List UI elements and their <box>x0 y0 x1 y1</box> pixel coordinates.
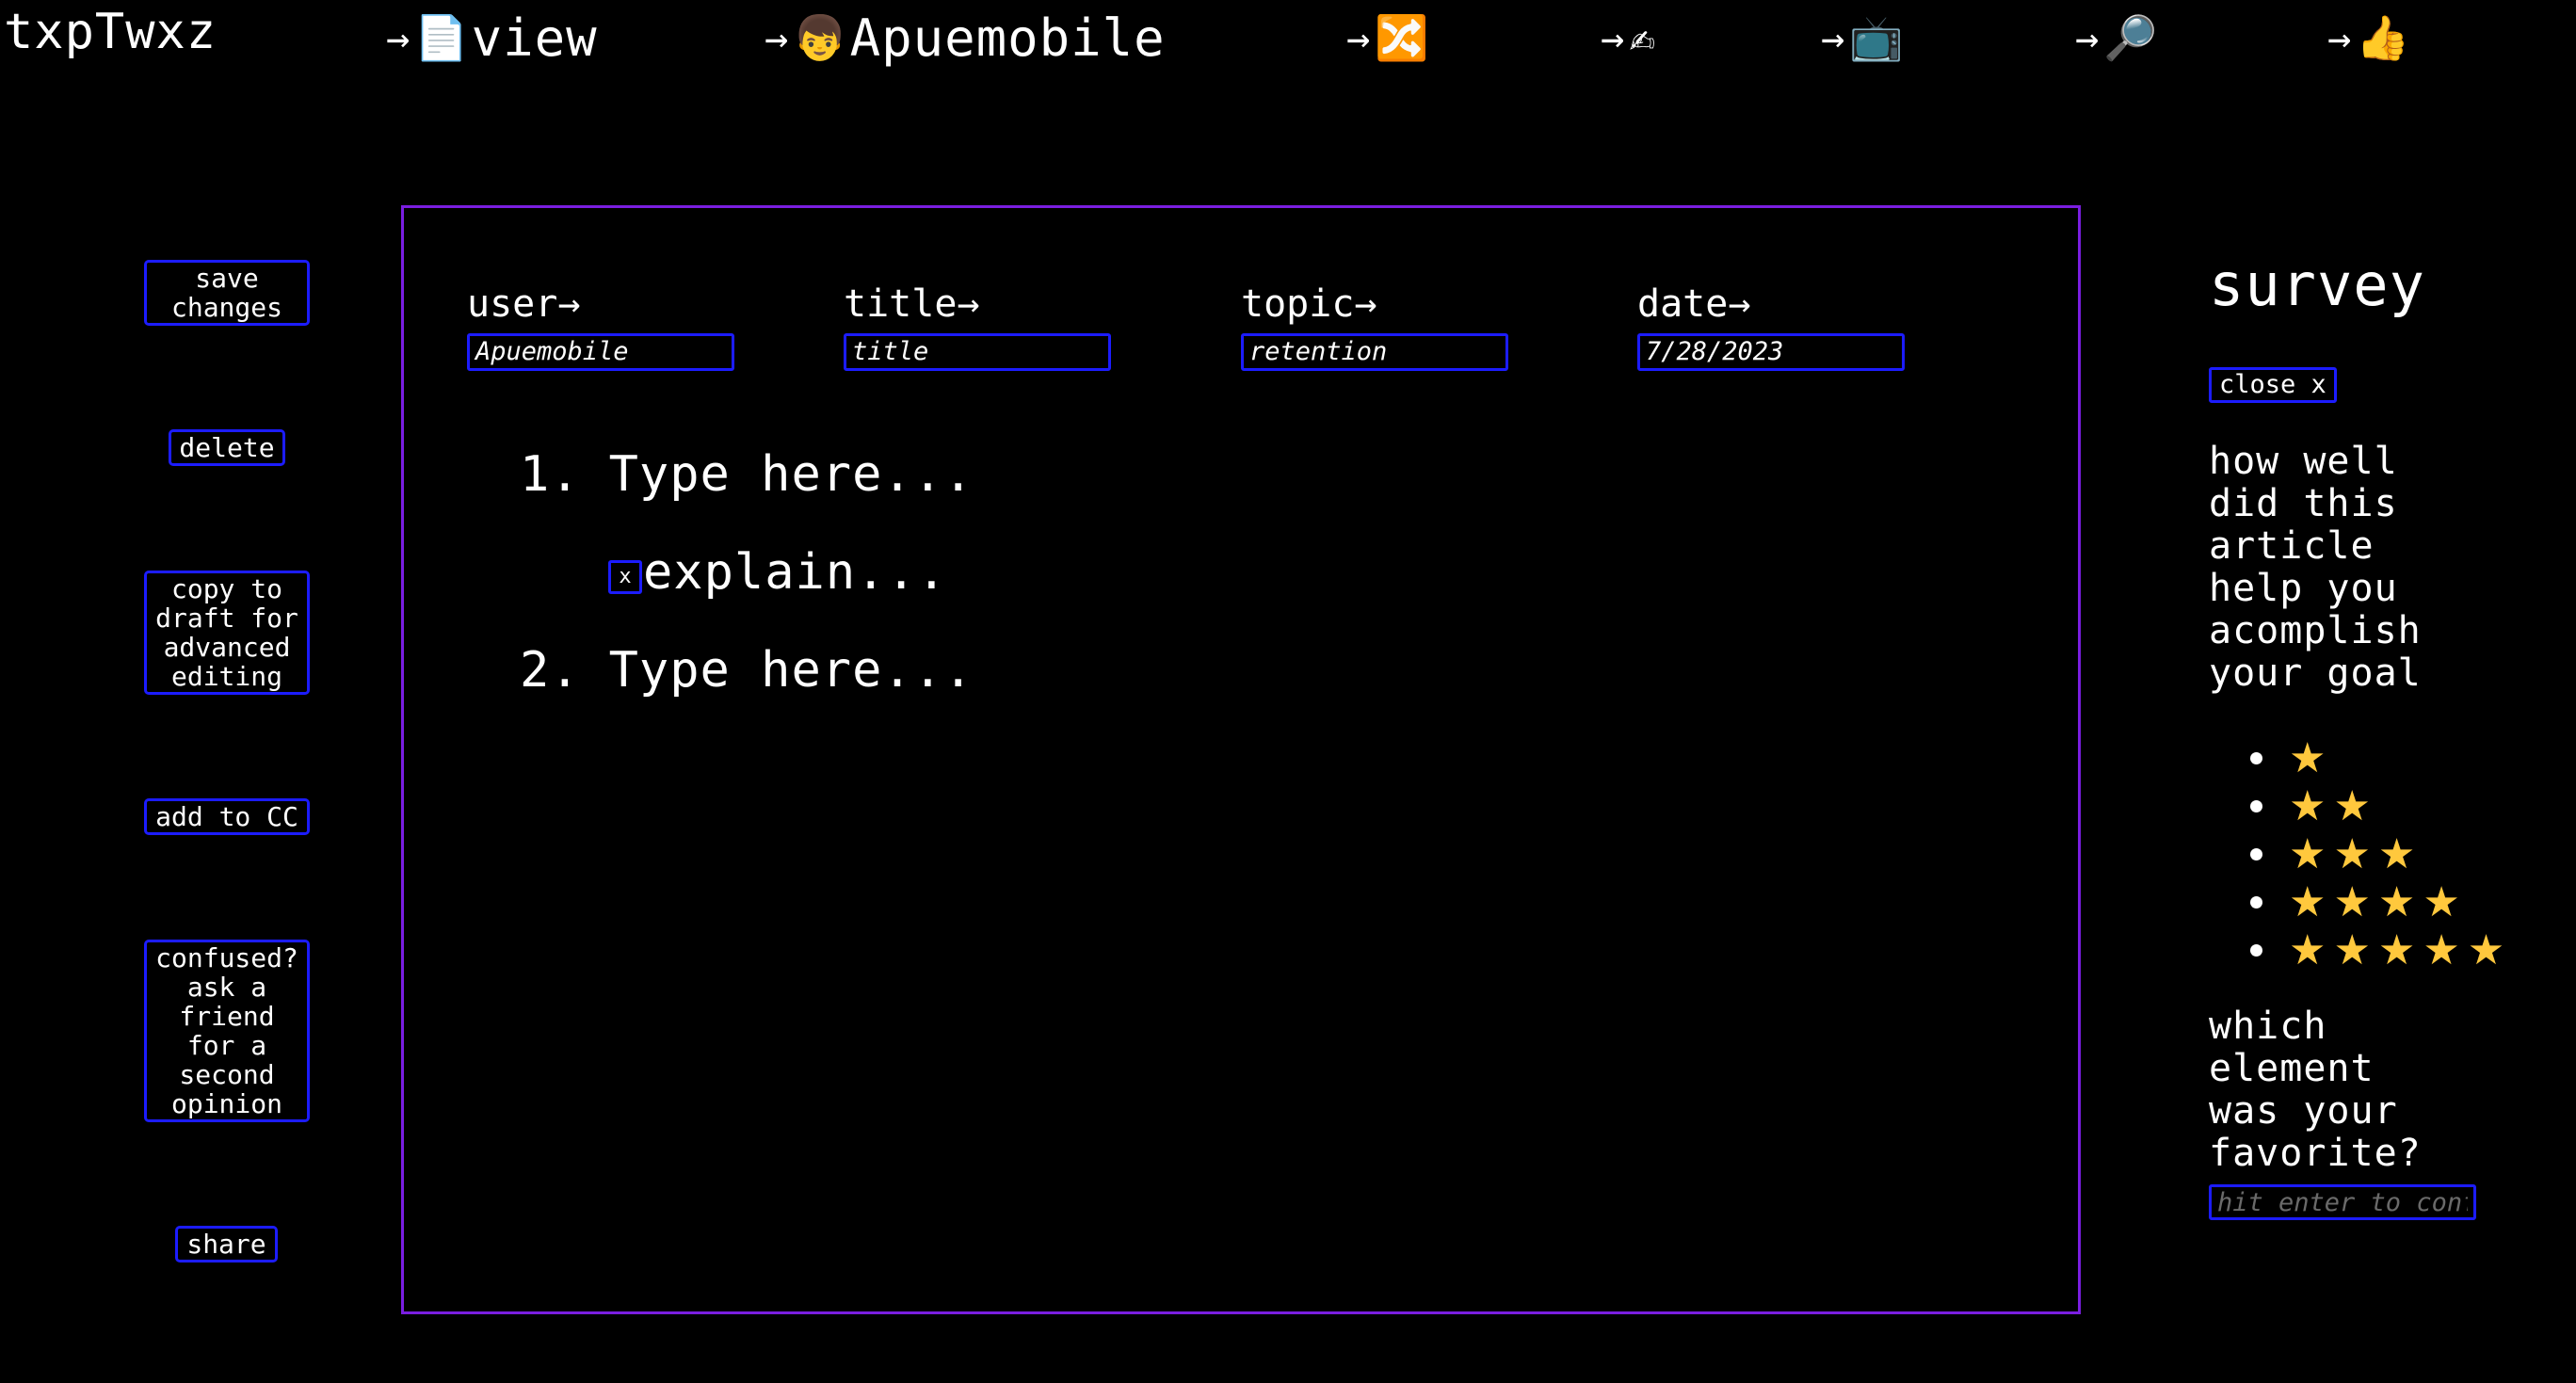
writing-hand-icon: ✍ <box>1629 12 1656 63</box>
bullet-icon <box>2250 800 2262 812</box>
arrow-icon: → <box>1601 14 1626 61</box>
arrow-icon: → <box>1821 14 1846 61</box>
bullet-icon <box>2250 848 2262 860</box>
list-number: 2. <box>520 642 581 699</box>
survey-title: survey <box>2209 250 2425 319</box>
list-item-text[interactable]: Type here... <box>609 446 974 503</box>
explain-row: x <box>608 560 642 594</box>
thumbs-up-icon: 👍 <box>2356 12 2411 63</box>
nav-write[interactable]: → ✍ <box>1601 8 1658 68</box>
bullet-icon <box>2250 896 2262 909</box>
nav-user[interactable]: → 👦 Apuemobile <box>765 8 1166 68</box>
rating-options: ★ ★★ ★★★ ★★★★ ★★★★★ <box>2246 734 2512 974</box>
user-input[interactable]: Apuemobile <box>467 333 734 371</box>
arrow-icon: → <box>2327 14 2353 61</box>
survey-question-favorite: which element was your favorite? <box>2209 1005 2422 1175</box>
bullet-icon <box>2250 944 2262 957</box>
rating-option-4[interactable]: ★★★★ <box>2246 878 2512 926</box>
brand-logo[interactable]: txpTwxz <box>4 4 217 60</box>
remove-explain-button[interactable]: x <box>608 560 642 594</box>
nav-shuffle[interactable]: → 🔀 <box>1346 8 1432 68</box>
survey-question-rating: how well did this article help you acomp… <box>2209 440 2422 695</box>
television-icon: 📺 <box>1849 12 1905 63</box>
star-rating-icon: ★★★ <box>2289 830 2423 878</box>
nav-view[interactable]: → 📄 view <box>386 8 598 68</box>
explain-text[interactable]: explain... <box>643 544 947 601</box>
nav-like[interactable]: → 👍 <box>2327 8 2413 68</box>
favorite-element-input[interactable] <box>2209 1184 2476 1220</box>
list-number: 1. <box>520 446 581 503</box>
rating-option-5[interactable]: ★★★★★ <box>2246 926 2512 974</box>
date-field-label: date→ <box>1637 282 1751 326</box>
bullet-icon <box>2250 752 2262 764</box>
editor-panel <box>401 205 2081 1314</box>
date-input[interactable]: 7/28/2023 <box>1637 333 1905 371</box>
delete-button[interactable]: delete <box>169 429 285 466</box>
share-button[interactable]: share <box>175 1226 278 1262</box>
ask-friend-button[interactable]: confused? ask a friend for a second opin… <box>144 940 310 1122</box>
copy-to-draft-button[interactable]: copy to draft for advanced editing <box>144 571 310 695</box>
arrow-icon: → <box>1346 14 1372 61</box>
list-item-text[interactable]: Type here... <box>609 642 974 699</box>
arrow-icon: → <box>2075 14 2101 61</box>
nav-search[interactable]: → 🔎 <box>2075 8 2161 68</box>
survey-close-button[interactable]: close x <box>2209 367 2337 403</box>
save-changes-button[interactable]: save changes <box>144 260 310 326</box>
add-to-cc-button[interactable]: add to CC <box>144 798 310 835</box>
nav-tv[interactable]: → 📺 <box>1821 8 1907 68</box>
arrow-icon: → <box>386 14 411 61</box>
rating-option-2[interactable]: ★★ <box>2246 782 2512 830</box>
star-rating-icon: ★★ <box>2289 782 2378 830</box>
list-item-1[interactable]: 1. Type here... <box>520 446 974 503</box>
list-item-2[interactable]: 2. Type here... <box>520 642 974 699</box>
user-field-label: user→ <box>467 282 581 326</box>
nav-user-label: Apuemobile <box>849 8 1166 68</box>
magnifier-icon: 🔎 <box>2103 12 2159 63</box>
boy-face-icon: 👦 <box>793 12 848 63</box>
page-icon: 📄 <box>414 12 470 63</box>
topic-field-label: topic→ <box>1241 282 1377 326</box>
topic-input[interactable]: retention <box>1241 333 1508 371</box>
star-rating-icon: ★ <box>2289 734 2334 782</box>
title-input[interactable]: title <box>844 333 1111 371</box>
rating-option-1[interactable]: ★ <box>2246 734 2512 782</box>
title-field-label: title→ <box>844 282 980 326</box>
star-rating-icon: ★★★★★ <box>2289 926 2513 974</box>
rating-option-3[interactable]: ★★★ <box>2246 830 2512 878</box>
shuffle-icon: 🔀 <box>1375 12 1430 63</box>
nav-view-label: view <box>471 8 598 68</box>
arrow-icon: → <box>765 14 790 61</box>
star-rating-icon: ★★★★ <box>2289 878 2468 926</box>
